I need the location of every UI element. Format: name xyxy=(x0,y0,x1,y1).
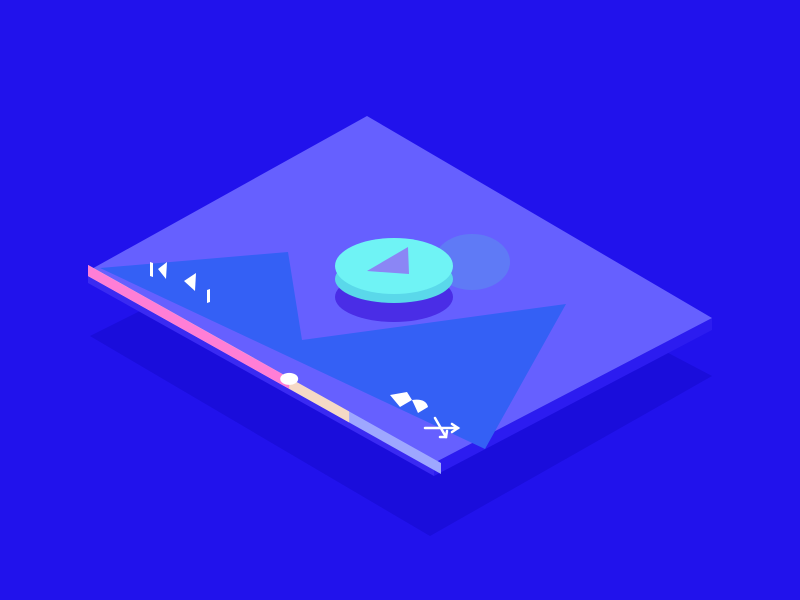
play-button[interactable] xyxy=(335,238,453,322)
video-player-illustration xyxy=(0,0,800,600)
seek-bar-handle[interactable] xyxy=(280,372,299,385)
